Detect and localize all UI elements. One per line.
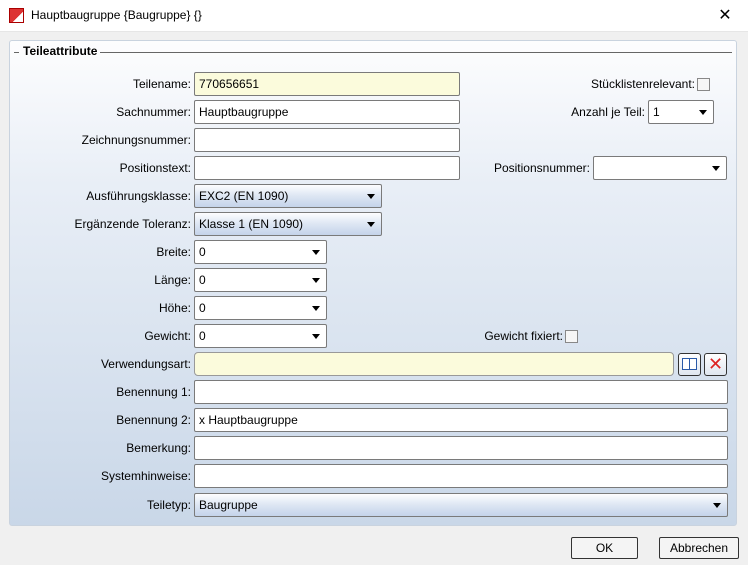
chevron-down-icon xyxy=(713,503,721,508)
catalog-button[interactable] xyxy=(678,353,701,376)
group-legend: Teileattribute xyxy=(23,44,98,58)
cancel-button[interactable]: Abbrechen xyxy=(659,537,739,559)
red-x-icon: ✕ xyxy=(707,354,724,374)
anzahl-value: 1 xyxy=(653,105,660,119)
app-icon xyxy=(9,8,24,23)
zeichnungsnummer-label: Zeichnungsnummer: xyxy=(81,133,191,147)
close-button[interactable]: ✕ xyxy=(710,4,740,28)
positionsnummer-combo[interactable] xyxy=(593,156,727,180)
systemhinweise-input[interactable] xyxy=(194,464,728,488)
gewicht-fixiert-checkbox[interactable] xyxy=(565,330,578,343)
sachnummer-label: Sachnummer: xyxy=(116,105,191,119)
benennung2-input[interactable]: x Hauptbaugruppe xyxy=(194,408,728,432)
chevron-down-icon xyxy=(312,334,320,339)
teiletyp-label: Teiletyp: xyxy=(146,498,191,512)
gewicht-fixiert-label: Gewicht fixiert: xyxy=(484,329,563,343)
ausfuehrungsklasse-label: Ausführungsklasse: xyxy=(86,189,191,203)
window-title: Hauptbaugruppe {Baugruppe} {} xyxy=(31,8,202,22)
title-bar: Hauptbaugruppe {Baugruppe} {} ✕ xyxy=(0,0,748,32)
zeichnungsnummer-input[interactable] xyxy=(194,128,460,152)
benennung2-label: Benennung 2: xyxy=(116,413,191,427)
chevron-down-icon xyxy=(712,166,720,171)
teilename-input[interactable]: 770656651 xyxy=(194,72,460,96)
ausfuehrungsklasse-select[interactable]: EXC2 (EN 1090) xyxy=(194,184,382,208)
catalog-icon xyxy=(682,358,697,370)
delete-button[interactable]: ✕ xyxy=(704,353,727,376)
divider xyxy=(100,52,732,53)
chevron-down-icon xyxy=(367,194,375,199)
benennung1-input[interactable] xyxy=(194,380,728,404)
chevron-down-icon xyxy=(367,222,375,227)
laenge-label: Länge: xyxy=(154,273,191,287)
ausfuehrungsklasse-value: EXC2 (EN 1090) xyxy=(199,189,289,203)
toleranz-label: Ergänzende Toleranz: xyxy=(74,217,191,231)
verwendungsart-input[interactable] xyxy=(194,352,674,376)
positionsnummer-label: Positionsnummer: xyxy=(493,161,590,175)
bemerkung-label: Bemerkung: xyxy=(126,441,191,455)
sachnummer-input[interactable]: Hauptbaugruppe xyxy=(194,100,460,124)
positionstext-input[interactable] xyxy=(194,156,460,180)
hoehe-value: 0 xyxy=(199,301,206,315)
bemerkung-input[interactable] xyxy=(194,436,728,460)
laenge-value: 0 xyxy=(199,273,206,287)
positionstext-label: Positionstext: xyxy=(119,161,191,175)
teilename-label: Teilename: xyxy=(132,77,191,91)
gewicht-combo[interactable]: 0 xyxy=(194,324,327,348)
gewicht-label: Gewicht: xyxy=(144,329,191,343)
teiletyp-select[interactable]: Baugruppe xyxy=(194,493,728,517)
chevron-down-icon xyxy=(312,250,320,255)
toleranz-select[interactable]: Klasse 1 (EN 1090) xyxy=(194,212,382,236)
anzahl-label: Anzahl je Teil: xyxy=(571,105,645,119)
teiletyp-value: Baugruppe xyxy=(199,498,258,512)
breite-value: 0 xyxy=(199,245,206,259)
anzahl-combo[interactable]: 1 xyxy=(648,100,714,124)
chevron-down-icon xyxy=(312,278,320,283)
breite-label: Breite: xyxy=(156,245,191,259)
hoehe-combo[interactable]: 0 xyxy=(194,296,327,320)
systemhinweise-label: Systemhinweise: xyxy=(100,469,191,483)
divider xyxy=(14,52,19,53)
ok-button[interactable]: OK xyxy=(571,537,638,559)
benennung1-label: Benennung 1: xyxy=(116,385,191,399)
stuecklistenrelevant-label: Stücklistenrelevant: xyxy=(590,77,695,91)
gewicht-value: 0 xyxy=(199,329,206,343)
breite-combo[interactable]: 0 xyxy=(194,240,327,264)
chevron-down-icon xyxy=(699,110,707,115)
hoehe-label: Höhe: xyxy=(158,301,191,315)
laenge-combo[interactable]: 0 xyxy=(194,268,327,292)
verwendungsart-label: Verwendungsart: xyxy=(100,357,191,371)
chevron-down-icon xyxy=(312,306,320,311)
stuecklistenrelevant-checkbox[interactable] xyxy=(697,78,710,91)
toleranz-value: Klasse 1 (EN 1090) xyxy=(199,217,304,231)
